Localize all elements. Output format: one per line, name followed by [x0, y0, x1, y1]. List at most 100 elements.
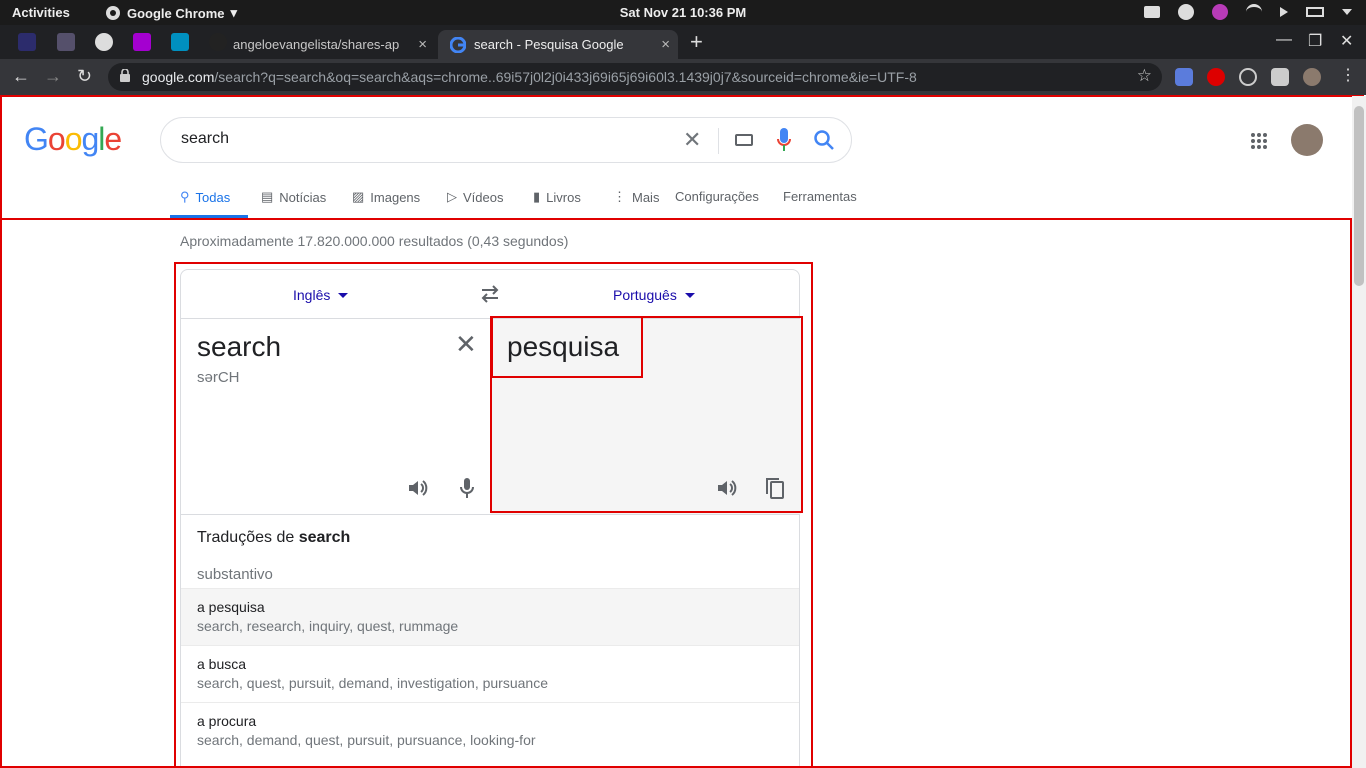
- scrollbar-thumb[interactable]: [1354, 106, 1364, 286]
- scrollbar[interactable]: [1352, 96, 1366, 768]
- tab-livros[interactable]: ▮ Livros: [533, 189, 581, 205]
- react-devtools-icon[interactable]: [1239, 68, 1257, 86]
- tab-imagens[interactable]: ▨ Imagens: [352, 189, 420, 205]
- image-icon: ▨: [352, 189, 365, 204]
- list-item[interactable]: a procura search, demand, quest, pursuit…: [181, 702, 799, 759]
- wifi-icon[interactable]: [1246, 4, 1262, 20]
- forward-button[interactable]: →: [44, 66, 62, 87]
- list-item[interactable]: a pesquisa search, research, inquiry, qu…: [181, 588, 799, 645]
- tab-videos[interactable]: ▷ Vídeos: [447, 189, 503, 205]
- bookmark-star-icon[interactable]: ☆: [1137, 66, 1152, 86]
- transliteration: sərCH: [197, 369, 240, 386]
- screen-icon[interactable]: [1144, 6, 1160, 18]
- volume-icon[interactable]: [1280, 7, 1288, 17]
- address-bar[interactable]: google.com/search?q=search&oq=search&aqs…: [108, 63, 1162, 91]
- tab-label: Mais: [632, 189, 660, 205]
- tab-mais[interactable]: ⋮ Mais: [613, 189, 659, 205]
- translate-card: Inglês Português search sərCH ✕ pesquisa: [180, 269, 801, 768]
- source-language-select[interactable]: Inglês: [293, 287, 348, 303]
- close-window-button[interactable]: ✕: [1340, 31, 1353, 51]
- translate-extension-icon[interactable]: [1175, 68, 1193, 86]
- system-top-bar: Activities Google Chrome ▾ Sat Nov 21 10…: [0, 0, 1366, 25]
- pinned-tab-2[interactable]: [57, 33, 75, 51]
- pinned-tab-4[interactable]: [133, 33, 151, 51]
- search-input[interactable]: [181, 130, 661, 148]
- close-tab-icon[interactable]: ×: [418, 36, 427, 53]
- battery-icon[interactable]: [1306, 7, 1324, 17]
- lock-icon: [120, 69, 130, 82]
- search-icon[interactable]: [813, 129, 835, 151]
- new-tab-button[interactable]: +: [690, 29, 703, 55]
- account-avatar[interactable]: [1291, 124, 1323, 156]
- pinned-tab-5[interactable]: [171, 33, 189, 51]
- tab-google-search[interactable]: search - Pesquisa Google ×: [438, 30, 678, 59]
- google-results-page: Google ✕ ⚲ Todas ▤ Notícias ▨ Imagens ▷ Víde…: [0, 95, 1366, 768]
- url-domain: google.com: [142, 69, 215, 85]
- microphone-icon[interactable]: [455, 476, 479, 500]
- entry-word: a busca: [197, 656, 247, 672]
- target-pane: pesquisa: [491, 319, 801, 514]
- tab-label: Imagens: [370, 189, 421, 205]
- speaker-icon[interactable]: [406, 476, 430, 500]
- entry-synonyms: search, research, inquiry, quest, rummag…: [197, 618, 459, 634]
- extension-badge-icon[interactable]: [1207, 68, 1225, 86]
- source-pane[interactable]: search sərCH ✕: [181, 319, 491, 514]
- search-icon: ⚲: [180, 189, 190, 204]
- google-favicon-icon: [450, 36, 466, 53]
- pinned-tab-3[interactable]: [95, 33, 113, 51]
- tab-github[interactable]: angeloevangelista/shares-ap ×: [225, 30, 435, 59]
- microphone-icon[interactable]: [777, 128, 791, 154]
- divider: [181, 514, 799, 515]
- entry-word: a pesquisa: [197, 599, 265, 615]
- divider: [718, 128, 719, 154]
- part-of-speech: substantivo: [197, 566, 273, 583]
- tab-ferramentas[interactable]: Ferramentas: [783, 189, 857, 204]
- source-text[interactable]: search: [197, 331, 281, 363]
- news-icon: ▤: [261, 189, 274, 204]
- result-stats: Aproximadamente 17.820.000.000 resultado…: [180, 233, 569, 249]
- entry-synonyms: search, demand, quest, pursuit, pursuanc…: [197, 732, 536, 748]
- translated-text: pesquisa: [507, 331, 620, 362]
- back-button[interactable]: ←: [12, 66, 30, 87]
- upwork-icon[interactable]: [1178, 4, 1194, 20]
- search-box[interactable]: ✕: [160, 117, 852, 163]
- chevron-down-icon[interactable]: [1342, 9, 1352, 15]
- keyboard-icon[interactable]: [735, 134, 753, 146]
- google-logo[interactable]: Google: [24, 121, 122, 158]
- tab-title: search - Pesquisa Google: [474, 37, 624, 52]
- entry-synonyms: search, quest, pursuit, demand, investig…: [197, 675, 548, 691]
- close-tab-icon[interactable]: ×: [661, 36, 670, 53]
- swap-languages-icon[interactable]: [479, 283, 501, 305]
- tab-configuracoes[interactable]: Configurações: [675, 189, 759, 204]
- copy-icon[interactable]: [763, 476, 787, 500]
- logo-letter: G: [24, 121, 49, 157]
- minimize-button[interactable]: —: [1276, 31, 1292, 49]
- logo-letter: o: [47, 121, 66, 157]
- speaker-icon[interactable]: [715, 476, 739, 500]
- target-language-select[interactable]: Português: [613, 287, 695, 303]
- profile-avatar[interactable]: [1303, 68, 1321, 86]
- more-vert-icon[interactable]: ⋮: [1340, 65, 1358, 84]
- google-apps-icon[interactable]: [1250, 132, 1268, 150]
- logo-letter: o: [64, 121, 83, 157]
- tab-noticias[interactable]: ▤ Notícias: [261, 189, 326, 205]
- browser-toolbar: ← → ↻ google.com/search?q=search&oq=sear…: [0, 59, 1366, 95]
- tab-label: Livros: [546, 189, 581, 205]
- dictionary-title: Traduções de search: [197, 529, 350, 547]
- tab-todas[interactable]: ⚲ Todas: [180, 189, 230, 205]
- firefox-icon[interactable]: [1212, 4, 1228, 20]
- pinned-tab-1[interactable]: [18, 33, 36, 51]
- extensions-puzzle-icon[interactable]: [1271, 68, 1289, 86]
- system-tray[interactable]: [1144, 4, 1352, 20]
- tab-title: angeloevangelista/shares-ap: [233, 37, 400, 52]
- clear-source-icon[interactable]: ✕: [455, 329, 477, 360]
- tab-label: Configurações: [675, 189, 759, 204]
- clear-search-icon[interactable]: ✕: [683, 127, 701, 153]
- entry-word: a procura: [197, 713, 257, 729]
- url-text[interactable]: google.com/search?q=search&oq=search&aqs…: [142, 69, 917, 85]
- maximize-button[interactable]: ❐: [1308, 31, 1322, 51]
- list-item[interactable]: a busca search, quest, pursuit, demand, …: [181, 645, 799, 702]
- dictionary-title-prefix: Traduções de: [197, 529, 299, 546]
- reload-button[interactable]: ↻: [77, 66, 92, 87]
- tab-label: Ferramentas: [783, 189, 857, 204]
